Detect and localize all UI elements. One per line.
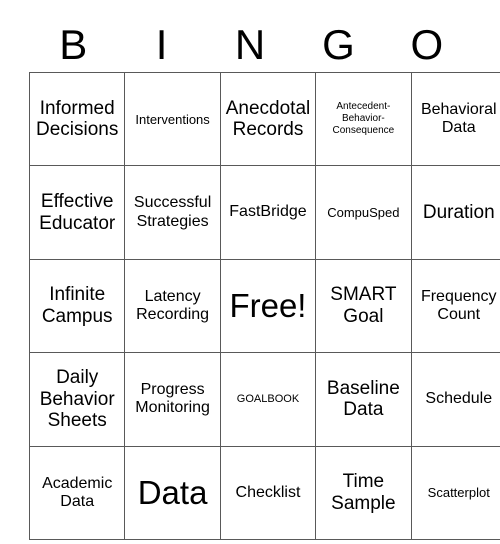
bingo-header-letter: N <box>234 21 266 68</box>
bingo-cell[interactable]: GOALBOOK <box>219 352 317 447</box>
bingo-header-row: BINGO <box>29 18 471 72</box>
bingo-row: Daily Behavior Sheets Progress Monitoring… <box>28 352 500 447</box>
bingo-header-letter: I <box>155 21 168 68</box>
bingo-cell[interactable]: Checklist <box>219 445 317 540</box>
bingo-cell[interactable]: Scatterplot <box>410 445 500 540</box>
bingo-cell[interactable]: Duration <box>410 165 500 260</box>
bingo-cell[interactable]: SMART Goal <box>315 258 412 354</box>
bingo-cell[interactable]: Time Sample <box>315 445 412 540</box>
bingo-cell[interactable]: Data <box>124 445 221 540</box>
bingo-cell[interactable]: Effective Educator <box>28 165 126 260</box>
bingo-header-letter: B <box>59 21 88 68</box>
bingo-cell[interactable]: Behavioral Data <box>410 71 500 167</box>
bingo-cell[interactable]: Successful Strategies <box>124 165 221 260</box>
bingo-cell[interactable]: Infinite Campus <box>28 258 126 354</box>
bingo-cell[interactable]: FastBridge <box>219 165 317 260</box>
bingo-cell[interactable]: Progress Monitoring <box>124 352 221 447</box>
bingo-grid: Informed Decisions Interventions Anecdotal… <box>28 71 500 540</box>
bingo-cell[interactable]: Baseline Data <box>315 352 412 447</box>
bingo-grid-body: Informed Decisions Interventions Anecdotal… <box>28 71 500 540</box>
bingo-cell[interactable]: Interventions <box>124 71 221 167</box>
bingo-cell[interactable]: Informed Decisions <box>28 71 126 167</box>
bingo-cell[interactable]: Anecdotal Records <box>219 71 317 167</box>
bingo-cell[interactable]: Antecedent-Behavior-Consequence <box>315 71 412 167</box>
bingo-cell[interactable]: CompuSped <box>315 165 412 260</box>
bingo-row: Infinite Campus Latency Recording Free! SMA… <box>28 258 500 354</box>
bingo-cell[interactable]: Frequency Count <box>410 258 500 354</box>
bingo-row: Informed Decisions Interventions Anecdotal… <box>28 71 500 167</box>
bingo-header-letter: O <box>410 21 444 68</box>
bingo-header-letter: G <box>322 21 355 68</box>
bingo-row: Effective Educator Successful Strategies F… <box>28 165 500 260</box>
bingo-cell[interactable]: Academic Data <box>28 445 126 540</box>
bingo-free-cell[interactable]: Free! <box>219 258 317 354</box>
bingo-cell[interactable]: Schedule <box>410 352 500 447</box>
bingo-cell[interactable]: Daily Behavior Sheets <box>28 352 126 447</box>
bingo-card: B I N G O Informed Decisions Interventions Ane… <box>28 18 500 540</box>
bingo-row: Academic Data Data Checklist Time Sample Sca… <box>28 445 500 540</box>
bingo-cell[interactable]: Latency Recording <box>124 258 221 354</box>
